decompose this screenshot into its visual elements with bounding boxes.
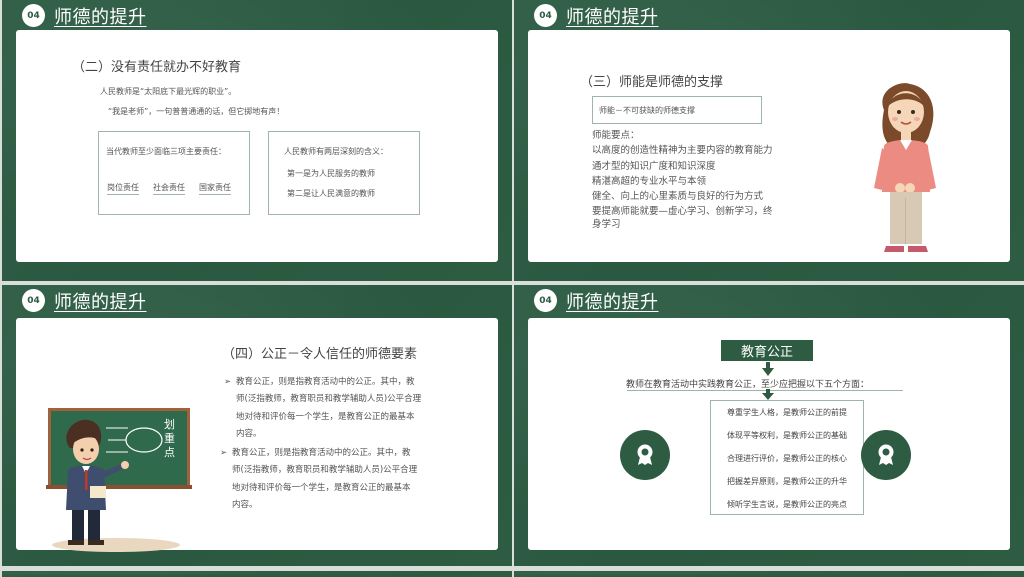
- bullet-arrow-icon: ➢: [224, 377, 232, 387]
- chalk-char: 划: [164, 418, 175, 431]
- meaning-item: 第一是为人民服务的教师: [287, 169, 375, 178]
- meaning-item: 第二是让人民满意的教师: [287, 189, 375, 198]
- teacher-chalkboard-illustration: 划 重 点: [46, 406, 192, 554]
- text-line: 人民教师是“太阳底下最光辉的职业”。: [100, 87, 237, 96]
- slide-heading: （三）师能是师德的支撑: [580, 75, 724, 90]
- bullet-line: 师(泛指教师，教育职员和教学辅助人员)公平合理: [236, 394, 422, 405]
- section-title: 师德的提升: [54, 292, 147, 313]
- slide-3[interactable]: 04 师德的提升 （四）公正－令人信任的师德要素 ➢ 教育公正，则是指教育活动中…: [2, 285, 512, 566]
- intro-text: 教师在教育活动中实践教育公正，至少应把握以下五个方面：: [626, 380, 870, 390]
- section-title: 师德的提升: [54, 7, 147, 28]
- responsibility-box: 当代教师至少面临三项主要责任： 岗位责任 社会责任 国家责任: [98, 131, 250, 215]
- bullet-line: 地对待和评价每一个学生，是教育公正的最基本: [232, 482, 411, 493]
- principle-item: 合理进行评价，是教师公正的核心: [727, 454, 847, 463]
- arrow-down-icon: [762, 362, 774, 376]
- education-fairness-button[interactable]: 教育公正: [721, 340, 813, 361]
- responsibility-item: 社会责任: [153, 182, 185, 195]
- slide-2[interactable]: 04 师德的提升 （三）师能是师德的支撑 师能－不可获缺的师德支撑 师能要点： …: [514, 0, 1024, 281]
- responsibility-item: 岗位责任: [107, 182, 139, 195]
- slide-heading: （四）公正－令人信任的师德要素: [222, 347, 418, 362]
- chalk-char: 重: [164, 432, 175, 445]
- text-line: “我是老师”，一句普普通通的话，但它掷地有声！: [108, 107, 285, 116]
- content-card: 教育公正 教师在教育活动中实践教育公正，至少应把握以下五个方面： 尊重学生人格，…: [528, 318, 1010, 550]
- slide-5-partial[interactable]: [2, 571, 512, 577]
- section-badge: 04: [22, 4, 45, 27]
- slide-1[interactable]: 04 师德的提升 （二）没有责任就办不好教育 人民教师是“太阳底下最光辉的职业”…: [2, 0, 512, 281]
- section-title: 师德的提升: [566, 7, 659, 28]
- bullet-line: 教育公正，则是指教育活动中的公正。其中，教: [232, 448, 411, 458]
- section-badge: 04: [22, 289, 45, 312]
- ability-line: 健全、向上的心里素质与良好的行为方式: [592, 191, 764, 203]
- section-badge: 04: [534, 4, 557, 27]
- principles-list: 尊重学生人格，是教师公正的前提 体现平等权利，是教师公正的基础 合理进行评价，是…: [710, 400, 864, 515]
- ability-line: 精湛高超的专业水平与本领: [592, 175, 707, 187]
- award-icon: [620, 430, 670, 480]
- bullet-line: 教育公正，则是指教育活动中的公正。其中，教: [236, 377, 415, 387]
- content-card: （四）公正－令人信任的师德要素 ➢ 教育公正，则是指教育活动中的公正。其中，教 …: [16, 318, 498, 552]
- meaning-box: 人民教师有两层深刻的含义： 第一是为人民服务的教师 第二是让人民满意的教师: [268, 131, 420, 215]
- section-title: 师德的提升: [566, 292, 659, 313]
- box-text: 师能－不可获缺的师德支撑: [599, 106, 695, 115]
- bullet-item: ➢ 教育公正，则是指教育活动中的公正。其中，教 师(泛指教师，教育职员和教学辅助…: [220, 445, 417, 514]
- chalk-char: 点: [164, 446, 175, 459]
- content-card: （二）没有责任就办不好教育 人民教师是“太阳底下最光辉的职业”。 “我是老师”，…: [16, 30, 498, 262]
- bullet-item: ➢ 教育公正，则是指教育活动中的公正。其中，教 师(泛指教师，教育职员和教学辅助…: [224, 374, 421, 443]
- principle-item: 倾听学生言说，是教师公正的亮点: [727, 500, 847, 509]
- section-badge: 04: [534, 289, 557, 312]
- principle-item: 尊重学生人格，是教师公正的前提: [727, 408, 847, 417]
- slide-6-partial[interactable]: [514, 571, 1024, 577]
- responsibility-item: 国家责任: [199, 182, 231, 195]
- ability-line: 师能要点：: [592, 130, 640, 141]
- slide-heading: （二）没有责任就办不好教育: [72, 60, 242, 75]
- bullet-line: 师(泛指教师，教育职员和教学辅助人员)公平合理: [232, 465, 418, 476]
- box-title: 当代教师至少面临三项主要责任：: [106, 147, 226, 156]
- chalkboard-text: 划 重 点: [164, 418, 175, 460]
- teacher-woman-illustration: [874, 83, 936, 252]
- bullet-line: 内容。: [236, 428, 262, 439]
- bullet-arrow-icon: ➢: [220, 448, 228, 458]
- award-icon: [861, 430, 911, 480]
- principle-item: 把握差异原则，是教师公正的升华: [727, 477, 847, 486]
- ability-line: 以高度的创造性精神为主要内容的教育能力: [592, 145, 773, 157]
- slide-4[interactable]: 04 师德的提升 教育公正 教师在教育活动中实践教育公正，至少应把握以下五个方面…: [514, 285, 1024, 566]
- bullet-line: 内容。: [232, 499, 258, 510]
- box-title: 人民教师有两层深刻的含义：: [284, 147, 388, 156]
- bullet-line: 地对待和评价每一个学生，是教育公正的最基本: [236, 411, 415, 422]
- ability-line: 通才型的知识广度和知识深度: [592, 160, 716, 172]
- content-card: （三）师能是师德的支撑 师能－不可获缺的师德支撑 师能要点： 以高度的创造性精神…: [528, 30, 1010, 262]
- highlight-box: 师能－不可获缺的师德支撑: [592, 96, 762, 124]
- ability-list: 师能要点： 以高度的创造性精神为主要内容的教育能力 通才型的知识广度和知识深度 …: [592, 128, 773, 232]
- principle-item: 体现平等权利，是教师公正的基础: [727, 431, 847, 440]
